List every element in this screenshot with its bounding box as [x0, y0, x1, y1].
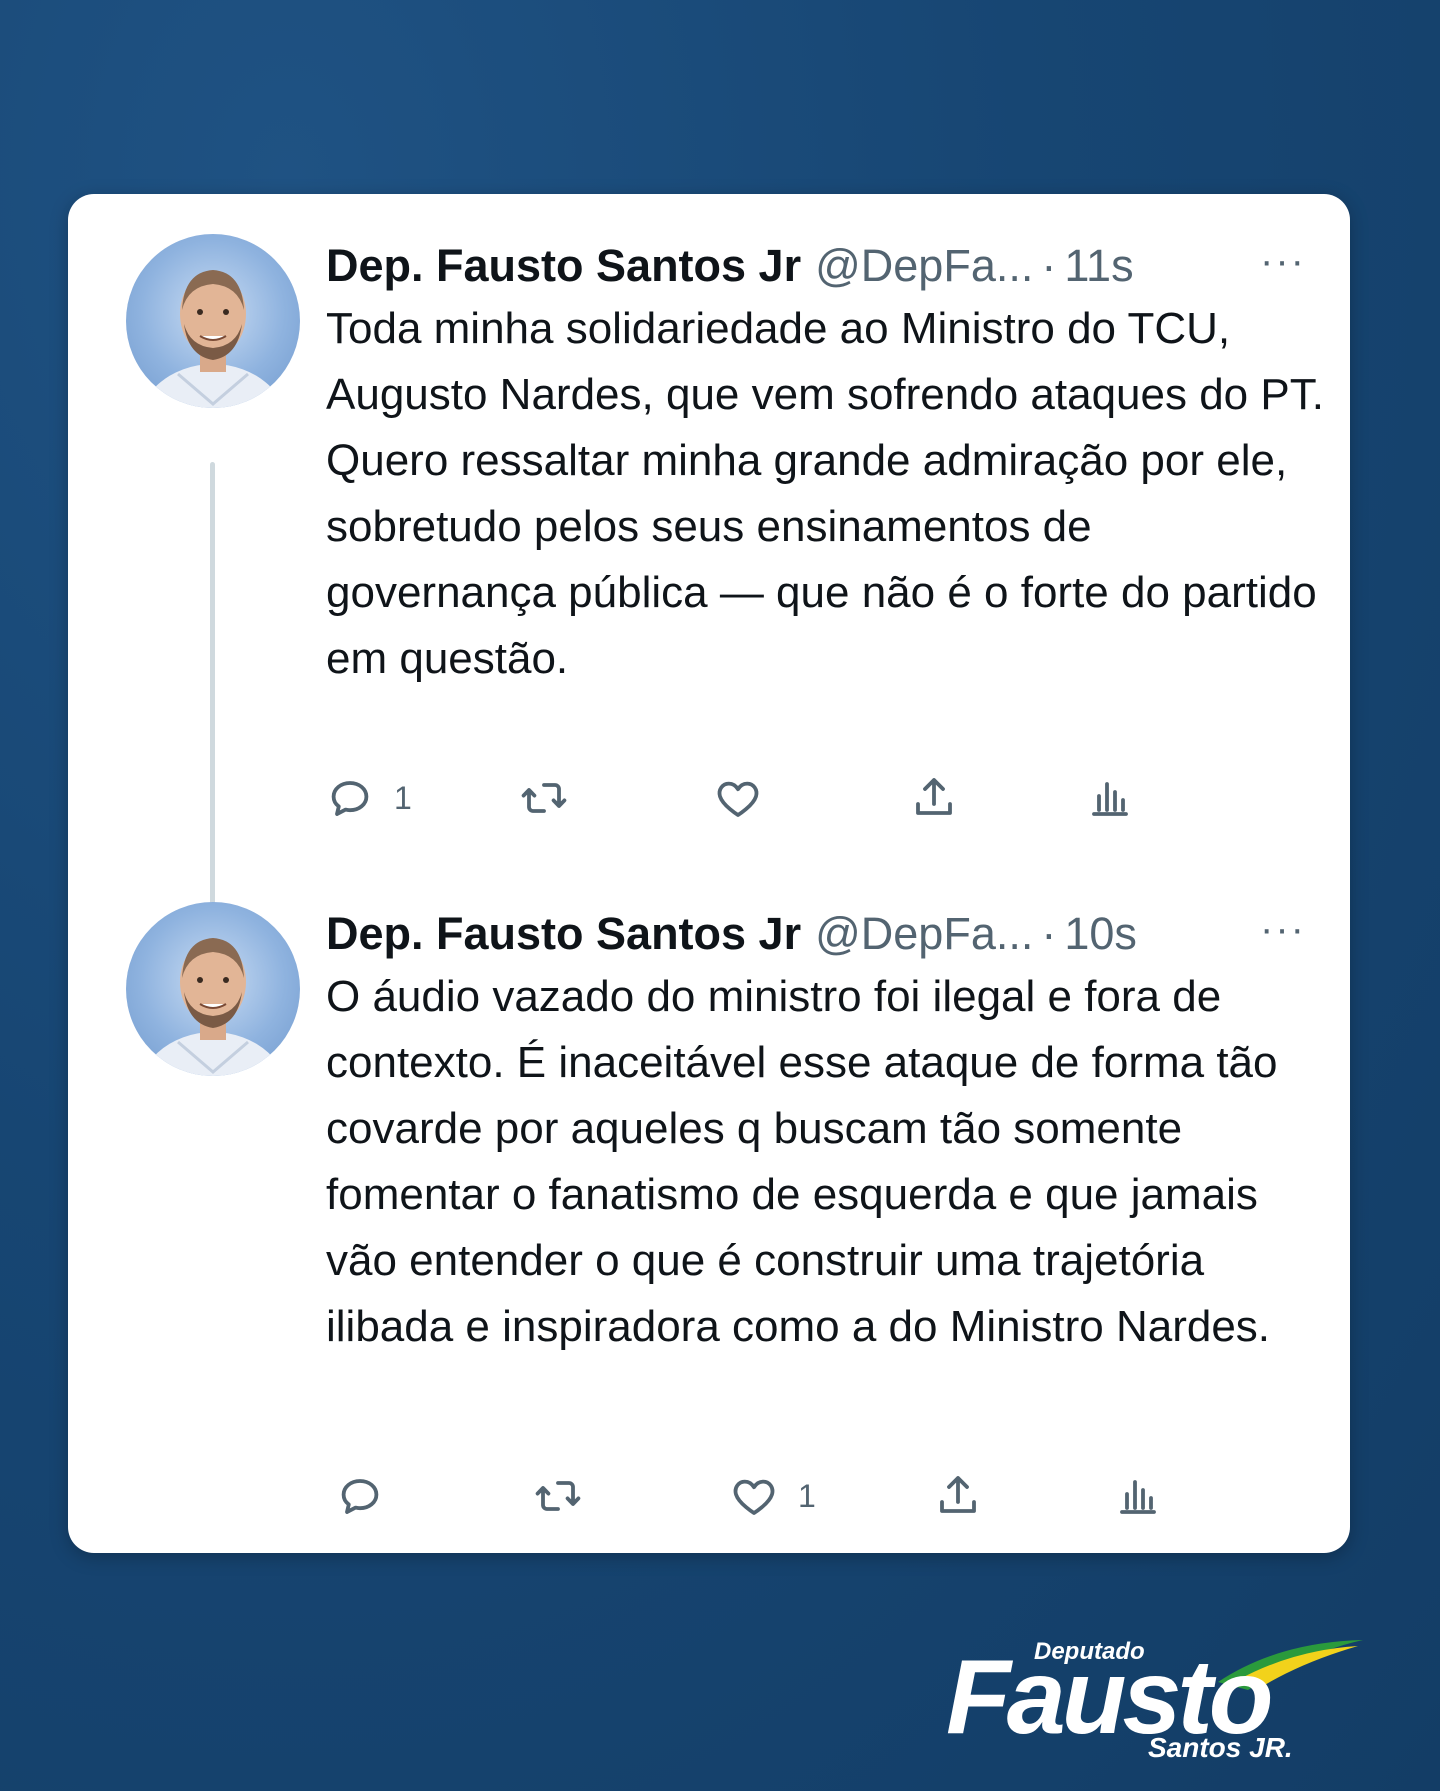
tweet-actions: 1	[326, 768, 1326, 828]
analytics-icon	[1092, 782, 1128, 816]
reply-icon	[341, 1479, 379, 1514]
tweet-thread-card: Dep. Fausto Santos Jr @DepFa... · 11s ··…	[68, 194, 1350, 1553]
author-handle[interactable]: @DepFa...	[815, 908, 1033, 960]
share-icon	[916, 778, 952, 815]
author-name[interactable]: Dep. Fausto Santos Jr	[326, 908, 801, 960]
retweet-button[interactable]	[520, 768, 588, 828]
retweet-icon	[535, 1481, 581, 1511]
share-button[interactable]	[910, 768, 958, 828]
avatar[interactable]	[126, 902, 300, 1076]
avatar-image	[140, 938, 286, 1076]
more-options-icon[interactable]: ···	[1260, 909, 1306, 949]
analytics-button[interactable]	[1086, 768, 1134, 828]
like-icon	[733, 1479, 775, 1515]
more-options-icon[interactable]: ···	[1260, 241, 1306, 281]
reply-button[interactable]	[336, 1466, 404, 1526]
share-button[interactable]	[934, 1466, 982, 1526]
author-name[interactable]: Dep. Fausto Santos Jr	[326, 240, 801, 292]
author-handle[interactable]: @DepFa...	[815, 240, 1033, 292]
tweet-header: Dep. Fausto Santos Jr @DepFa... · 11s ··…	[326, 238, 1306, 294]
like-icon	[717, 781, 759, 817]
avatar-image	[140, 270, 286, 408]
like-button[interactable]	[714, 768, 782, 828]
thread-connector-line	[210, 462, 215, 924]
separator-dot: ·	[1041, 908, 1057, 959]
reply-icon	[331, 781, 369, 816]
tweet-timestamp[interactable]: 11s	[1064, 240, 1133, 292]
separator-dot: ·	[1041, 240, 1057, 291]
retweet-icon	[521, 783, 567, 813]
tweet-text: O áudio vazado do ministro foi ilegal e …	[326, 972, 1278, 1351]
tweet-actions: 1	[326, 1466, 1326, 1526]
reply-button[interactable]: 1	[326, 768, 412, 828]
logo-title-bottom: Santos JR.	[1148, 1732, 1293, 1763]
avatar[interactable]	[126, 234, 300, 408]
reply-count: 1	[394, 779, 412, 816]
like-button[interactable]: 1	[730, 1466, 816, 1526]
tweet-text: Toda minha solidariedade ao Ministro do …	[326, 304, 1324, 683]
tweet-timestamp[interactable]: 10s	[1064, 908, 1137, 960]
like-count: 1	[798, 1477, 816, 1514]
deputado-fausto-logo: Deputado Fausto Santos JR.	[946, 1628, 1386, 1763]
retweet-button[interactable]	[534, 1466, 602, 1526]
tweet-header: Dep. Fausto Santos Jr @DepFa... · 10s ··…	[326, 906, 1306, 962]
share-icon	[940, 1476, 976, 1513]
analytics-button[interactable]	[1114, 1466, 1162, 1526]
analytics-icon	[1120, 1480, 1156, 1514]
